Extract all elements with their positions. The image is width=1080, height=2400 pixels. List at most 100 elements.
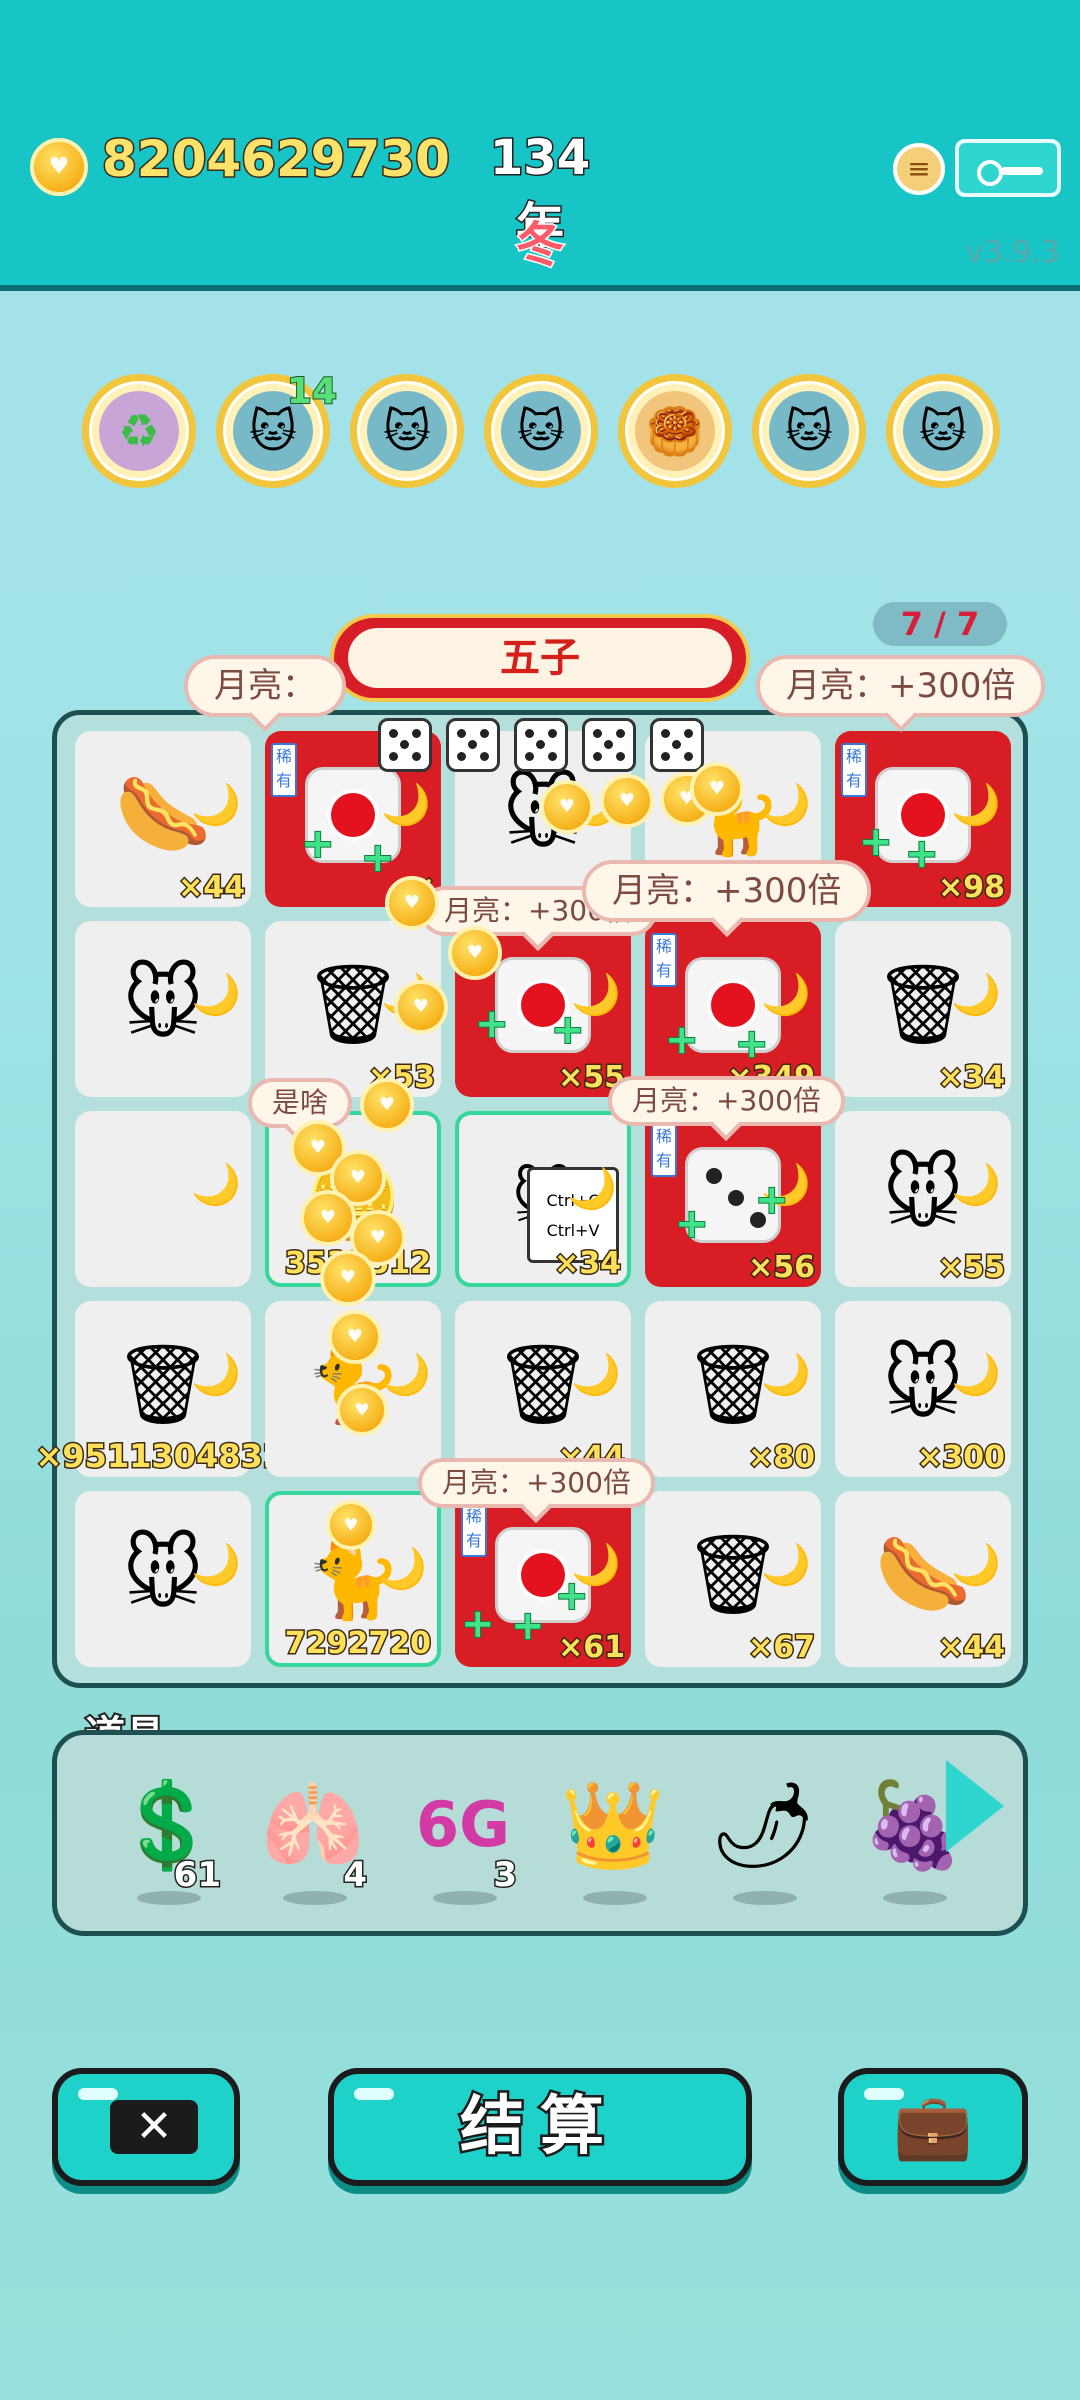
moon-icon: 🌙 bbox=[567, 1166, 617, 1212]
version-label: v3.9.3 bbox=[965, 235, 1060, 270]
round-counter: 7 / 7 bbox=[873, 602, 1007, 646]
moon-bonus-bubble: 月亮：+300倍 bbox=[608, 1076, 845, 1126]
cell-mouse[interactable]: 🐭 🌙 ×55 bbox=[835, 1111, 1011, 1287]
moon-bonus-bubble: 月亮：+300倍 bbox=[756, 655, 1046, 717]
item-count: 61 bbox=[172, 1854, 222, 1897]
coin-total: 8204629730 bbox=[101, 129, 452, 190]
heart-coin-icon bbox=[394, 980, 448, 1034]
moon-icon: 🌙 bbox=[381, 1352, 431, 1398]
moon-icon: 🌙 bbox=[761, 972, 811, 1018]
plus-icon: + bbox=[664, 1016, 699, 1064]
moon-icon: 🌙 bbox=[191, 1162, 241, 1208]
close-icon: ✕ bbox=[110, 2100, 198, 2154]
moon-icon: 🌙 bbox=[761, 782, 811, 828]
cat-coin-relic-4[interactable]: 🐱 bbox=[886, 374, 1000, 488]
heart-coin-icon bbox=[360, 1078, 414, 1132]
plus-icon: + bbox=[360, 834, 395, 882]
cell-rare-dice[interactable]: 稀有 🌙 + + + ×61 bbox=[455, 1491, 631, 1667]
cell-count: ×55 bbox=[937, 1249, 1007, 1287]
cell-count: ×44 bbox=[937, 1629, 1007, 1667]
moon-icon: 🌙 bbox=[191, 1542, 241, 1588]
heart-coin-icon bbox=[300, 1190, 356, 1246]
liver-item[interactable]: 🫁 4 bbox=[253, 1775, 373, 1905]
cell-sausage[interactable]: 🌭 🌙 ×44 bbox=[75, 731, 251, 907]
cat-coin-relic-1[interactable]: 🐱 bbox=[350, 374, 464, 488]
heart-coin-icon bbox=[600, 774, 654, 828]
props-panel: 💲 61 🫁 4 6G 3 👑 🌶 🍇 bbox=[52, 1730, 1028, 1936]
key-button[interactable] bbox=[955, 139, 1061, 197]
cell-count: ×56 bbox=[747, 1249, 817, 1287]
cat-icon: 🐱 bbox=[367, 391, 447, 471]
cell-empty[interactable]: 🌙 bbox=[75, 1111, 251, 1287]
moon-icon: 🌙 bbox=[377, 1546, 427, 1592]
recycle-icon: ♻ bbox=[99, 391, 179, 471]
cell-trash-bag[interactable]: 🗑 🌙 ×44 bbox=[455, 1301, 631, 1477]
dice-row bbox=[378, 718, 708, 774]
heart-coin-icon bbox=[448, 926, 502, 980]
moon-icon: 🌙 bbox=[191, 782, 241, 828]
cell-count: ×61 bbox=[557, 1629, 627, 1667]
settle-button[interactable]: 结算 bbox=[328, 2068, 752, 2186]
dollar-coin-item[interactable]: 💲 61 bbox=[107, 1775, 227, 1905]
cat-coin-relic-2[interactable]: 🐱 bbox=[484, 374, 598, 488]
rare-tag: 稀有 bbox=[651, 1123, 677, 1177]
cell-count: ×67 bbox=[747, 1629, 817, 1667]
cat-relic[interactable]: 🐱 14 bbox=[216, 370, 338, 488]
cell-trash-bag[interactable]: 🗑 🌙 ×9511304832 bbox=[34, 1301, 287, 1477]
item-count: 4 bbox=[342, 1854, 369, 1897]
scroll-icon[interactable]: ≡ bbox=[893, 143, 945, 195]
mooncake-relic[interactable]: 🥮 bbox=[618, 374, 732, 488]
recycle-relic[interactable]: ♻ bbox=[82, 374, 196, 488]
chili-icon: 🌶 bbox=[709, 1776, 817, 1874]
cell-count: ×80 bbox=[747, 1439, 817, 1477]
cell-mouse[interactable]: 🐭 🌙 bbox=[75, 1491, 251, 1667]
heart-coin-icon bbox=[385, 876, 439, 930]
cat-coin-relic-3[interactable]: 🐱 bbox=[752, 374, 866, 488]
moon-icon: 🌙 bbox=[951, 1542, 1001, 1588]
slot-board: 🌭 🌙 ×44 稀有 🌙 + + × 🐭 🌙 🐈 🌙 稀有 🌙 + + ×98 … bbox=[34, 710, 1028, 1688]
cell-trash-bag[interactable]: 🗑 🌙 ×80 bbox=[645, 1301, 821, 1477]
combo-title: 五子 bbox=[348, 628, 732, 688]
heart-coin-icon bbox=[30, 138, 88, 196]
top-bar: 8204629730 134年 冬 ≡ v3.9.3 bbox=[0, 0, 1080, 291]
plus-icon: + bbox=[300, 820, 335, 868]
relic-level-badge: 14 bbox=[286, 370, 338, 413]
dice-five-icon bbox=[446, 718, 500, 772]
plus-icon: + bbox=[474, 1000, 509, 1048]
cell-count: ×98 bbox=[937, 869, 1007, 907]
briefcase-button[interactable]: 💼 bbox=[838, 2068, 1028, 2186]
plus-icon: + bbox=[460, 1600, 495, 1648]
moon-icon: 🌙 bbox=[951, 1352, 1001, 1398]
heart-coin-icon bbox=[336, 1384, 388, 1436]
rare-tag: 稀有 bbox=[651, 933, 677, 987]
info-bubble: 是啥 bbox=[248, 1078, 353, 1128]
crown-item[interactable]: 👑 bbox=[553, 1775, 673, 1905]
cell-mouse[interactable]: 🐭 🌙 ×300 bbox=[835, 1301, 1011, 1477]
dice-five-icon bbox=[514, 718, 568, 772]
cat-icon: 🐱 bbox=[903, 391, 983, 471]
cell-rare-dice-three[interactable]: 稀有 🌙 + + ×56 bbox=[645, 1111, 821, 1287]
props-next-arrow[interactable] bbox=[946, 1760, 1004, 1852]
rare-tag: 稀有 bbox=[271, 743, 297, 797]
chili-item[interactable]: 🌶 bbox=[703, 1775, 823, 1905]
moon-icon: 🌙 bbox=[761, 1352, 811, 1398]
plus-icon: + bbox=[674, 1200, 709, 1248]
heart-coin-icon bbox=[326, 1500, 376, 1550]
cat-icon: 🐱 bbox=[501, 391, 581, 471]
heart-coin-icon bbox=[690, 762, 744, 816]
cell-count: ×9511304832 bbox=[34, 1436, 286, 1477]
6g-item[interactable]: 6G 3 bbox=[403, 1775, 523, 1905]
heart-coin-icon bbox=[320, 1250, 376, 1306]
cell-count: 7292720 bbox=[283, 1625, 432, 1663]
cell-trash-bag[interactable]: 🗑 🌙 ×67 bbox=[645, 1491, 821, 1667]
crown-icon: 👑 bbox=[560, 1776, 666, 1874]
cell-rare-dice[interactable]: 稀有 🌙 + + ×349 bbox=[645, 921, 821, 1097]
combo-banner: 五子 bbox=[330, 614, 750, 702]
cell-trash-bag[interactable]: 🗑 🌙 ×34 bbox=[835, 921, 1011, 1097]
cell-copy-paste[interactable]: 🐭 Ctrl+C Ctrl+V 🌙 ×34 bbox=[455, 1111, 631, 1287]
cell-mouse[interactable]: 🐭 🌙 bbox=[75, 921, 251, 1097]
close-button[interactable]: ✕ bbox=[52, 2068, 240, 2186]
mooncake-icon: 🥮 bbox=[635, 391, 715, 471]
moon-icon: 🌙 bbox=[951, 782, 1001, 828]
cell-sausage[interactable]: 🌭 🌙 ×44 bbox=[835, 1491, 1011, 1667]
